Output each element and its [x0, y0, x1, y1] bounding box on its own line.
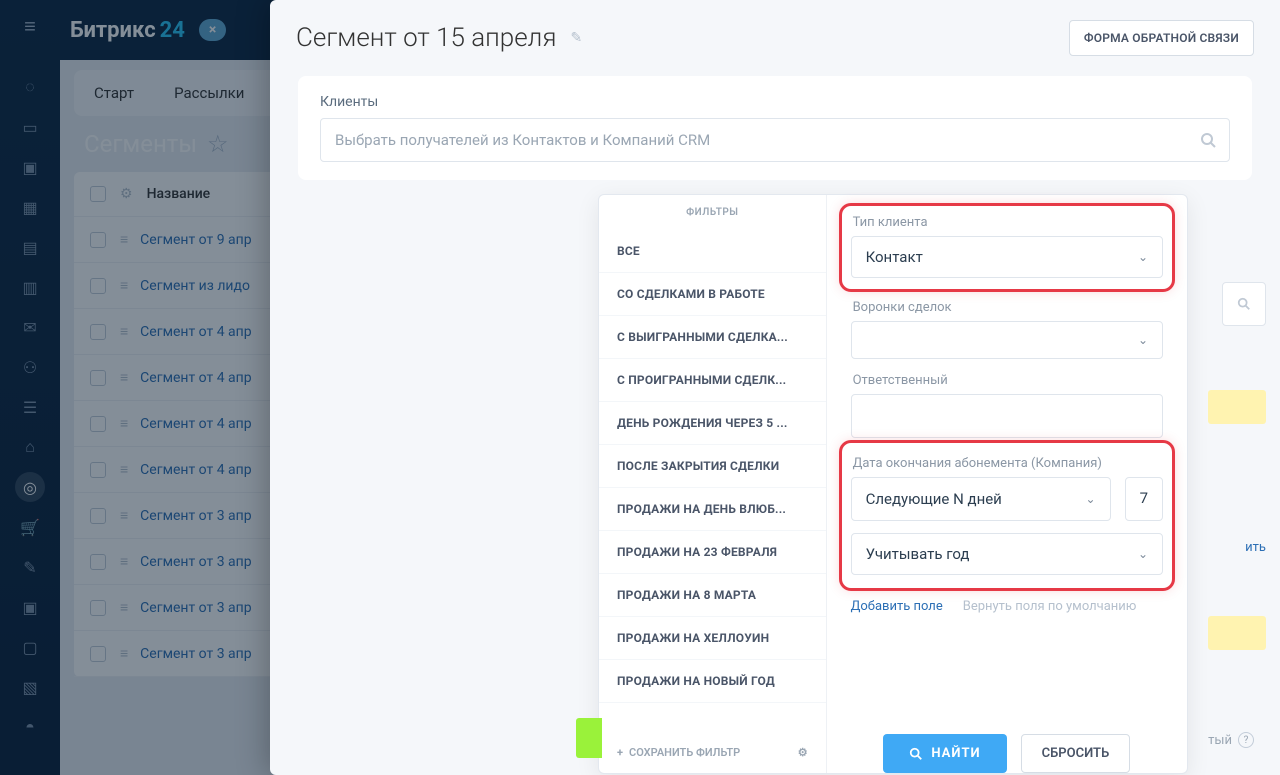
peek-green-button-edge: [576, 718, 602, 758]
expiry-label: Дата окончания абонемента (Компания): [853, 456, 1163, 471]
chevron-down-icon: ⌄: [1138, 547, 1148, 561]
highlight-client-type: Тип клиента Контакт ⌄: [841, 205, 1173, 290]
client-type-label: Тип клиента: [853, 215, 1163, 230]
peek-search-icon[interactable]: [1222, 282, 1266, 326]
crm-search-wrap: [320, 118, 1230, 162]
peek-private: тый ?: [1208, 732, 1254, 748]
crm-search-input[interactable]: [320, 118, 1230, 162]
responsible-label: Ответственный: [853, 373, 1163, 388]
filter-preset[interactable]: СО СДЕЛКАМИ В РАБОТЕ: [599, 273, 826, 316]
panel-title: Сегмент от 15 апреля ✎: [296, 23, 582, 53]
filter-popup: ФИЛЬТРЫ ВСЕ СО СДЕЛКАМИ В РАБОТЕ С ВЫИГР…: [598, 194, 1188, 774]
search-icon: [1200, 132, 1216, 148]
filter-preset[interactable]: ПРОДАЖИ НА ХЕЛЛОУИН: [599, 617, 826, 660]
gear-icon[interactable]: ⚙: [798, 746, 808, 759]
peek-badge: [1208, 390, 1266, 424]
chevron-down-icon: ⌄: [1138, 333, 1148, 347]
filter-preset[interactable]: ПРОДАЖИ НА 23 ФЕВРАЛЯ: [599, 531, 826, 574]
peek-private-text: тый: [1208, 733, 1232, 748]
highlight-expiry: Дата окончания абонемента (Компания) Сле…: [841, 442, 1173, 589]
filter-preset[interactable]: ПРОДАЖИ НА ДЕНЬ ВЛЮБ...: [599, 488, 826, 531]
funnels-label: Воронки сделок: [853, 300, 1163, 315]
filter-preset[interactable]: ПРОДАЖИ НА 8 МАРТА: [599, 574, 826, 617]
chevron-down-icon: ⌄: [1086, 492, 1096, 506]
filter-presets-footer: +СОХРАНИТЬ ФИЛЬТР ⚙: [599, 732, 826, 773]
find-button[interactable]: НАЙТИ: [883, 734, 1006, 773]
chevron-down-icon: ⌄: [1138, 250, 1148, 264]
filter-preset[interactable]: С ПРОИГРАННЫМИ СДЕЛК...: [599, 359, 826, 402]
filter-preset[interactable]: ПРОДАЖИ НА НОВЫЙ ГОД: [599, 660, 826, 703]
filter-form: Тип клиента Контакт ⌄ Воронки сделок ⌄ О…: [827, 195, 1187, 773]
find-label: НАЙТИ: [931, 746, 980, 761]
save-filter-button[interactable]: +СОХРАНИТЬ ФИЛЬТР: [617, 746, 740, 759]
expiry-row: Следующие N дней ⌄ 7: [851, 477, 1163, 521]
help-icon[interactable]: ?: [1238, 732, 1254, 748]
filter-preset[interactable]: С ВЫИГРАННЫМИ СДЕЛКА...: [599, 316, 826, 359]
segment-panel: Сегмент от 15 апреля ✎ ФОРМА ОБРАТНОЙ СВ…: [270, 0, 1280, 775]
feedback-button[interactable]: ФОРМА ОБРАТНОЙ СВЯЗИ: [1069, 20, 1254, 56]
clients-card: Клиенты: [298, 76, 1252, 180]
reset-fields-link[interactable]: Вернуть поля по умолчанию: [963, 599, 1137, 614]
client-type-value: Контакт: [866, 248, 923, 266]
panel-title-text: Сегмент от 15 апреля: [296, 23, 556, 53]
clients-label: Клиенты: [320, 94, 1230, 110]
edit-icon[interactable]: ✎: [570, 30, 582, 46]
expiry-mode-select[interactable]: Следующие N дней ⌄: [851, 477, 1111, 521]
form-links: Добавить поле Вернуть поля по умолчанию: [851, 599, 1163, 614]
filter-presets: ФИЛЬТРЫ ВСЕ СО СДЕЛКАМИ В РАБОТЕ С ВЫИГР…: [599, 195, 827, 773]
expiry-year-select[interactable]: Учитывать год ⌄: [851, 533, 1163, 575]
funnels-select[interactable]: ⌄: [851, 321, 1163, 359]
peek-change-link[interactable]: ить: [1245, 540, 1266, 555]
filter-preset[interactable]: ВСЕ: [599, 230, 826, 273]
peek-badge: [1208, 616, 1266, 650]
filter-actions: НАЙТИ СБРОСИТЬ: [851, 716, 1163, 773]
expiry-n-input[interactable]: 7: [1125, 477, 1163, 521]
filter-preset[interactable]: ПОСЛЕ ЗАКРЫТИЯ СДЕЛКИ: [599, 445, 826, 488]
add-field-link[interactable]: Добавить поле: [851, 599, 943, 614]
panel-header: Сегмент от 15 апреля ✎ ФОРМА ОБРАТНОЙ СВ…: [270, 0, 1280, 62]
filter-preset[interactable]: ДЕНЬ РОЖДЕНИЯ ЧЕРЕЗ 5 ...: [599, 402, 826, 445]
filters-header: ФИЛЬТРЫ: [599, 195, 826, 230]
expiry-year-value: Учитывать год: [866, 545, 970, 563]
responsible-input[interactable]: [851, 394, 1163, 438]
expiry-mode-value: Следующие N дней: [866, 490, 1002, 508]
reset-button[interactable]: СБРОСИТЬ: [1021, 734, 1131, 773]
client-type-select[interactable]: Контакт ⌄: [851, 236, 1163, 278]
